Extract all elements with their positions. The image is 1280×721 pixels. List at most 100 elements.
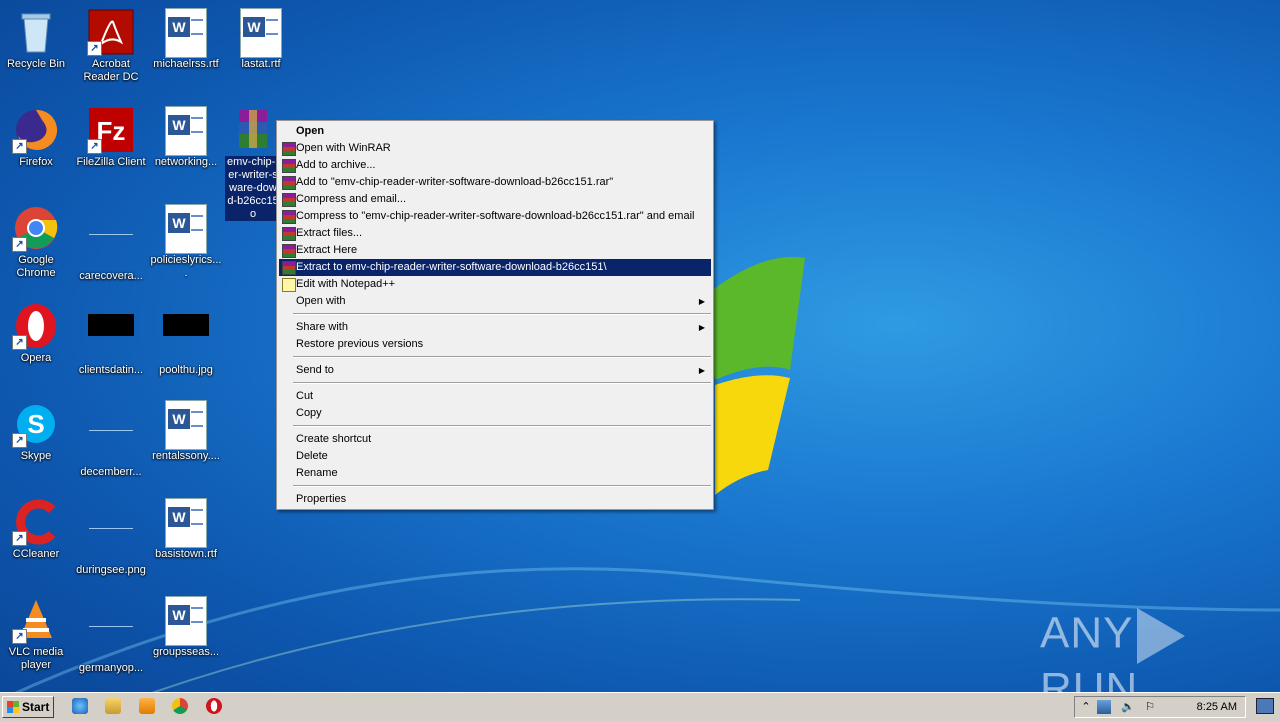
explorer-icon[interactable] (105, 698, 121, 714)
media-player-icon[interactable] (139, 698, 155, 714)
menu-item-extract-to-folder[interactable]: Extract to emv-chip-reader-writer-softwa… (279, 259, 711, 276)
winrar-icon (282, 244, 296, 258)
menu-item-compress-to-rar-and-email[interactable]: Compress to "emv-chip-reader-writer-soft… (279, 208, 711, 225)
chrome-icon[interactable] (172, 698, 188, 714)
clientsdatin-file-icon[interactable]: clientsdatin... (75, 300, 147, 377)
acrobat-desktop-icon[interactable]: ↗ Acrobat Reader DC (75, 6, 147, 84)
start-button[interactable]: Start (2, 696, 54, 718)
word-doc-icon: W (162, 8, 210, 58)
notepadpp-icon (282, 278, 296, 292)
winrar-icon (282, 227, 296, 241)
shortcut-arrow-icon: ↗ (12, 237, 27, 252)
svg-text:S: S (27, 409, 44, 439)
carecovera-file-icon[interactable]: carecovera... (75, 202, 147, 283)
menu-item-open-with[interactable]: Open with ▶ (279, 293, 711, 310)
shortcut-arrow-icon: ↗ (12, 531, 27, 546)
network-icon[interactable] (1097, 700, 1111, 714)
winrar-icon (282, 176, 296, 190)
play-logo-icon (1137, 608, 1186, 664)
filezilla-desktop-icon[interactable]: Fz ↗ FileZilla Client (75, 104, 147, 169)
word-doc-icon: W (162, 596, 210, 646)
filezilla-icon: Fz ↗ (87, 106, 135, 154)
submenu-arrow-icon: ▶ (698, 323, 705, 332)
blank-image-icon (87, 220, 135, 268)
menu-item-copy[interactable]: Copy (279, 405, 711, 422)
ccleaner-desktop-icon[interactable]: ↗ CCleaner (0, 496, 72, 561)
opera-icon[interactable] (206, 698, 222, 714)
blank-image-icon (87, 514, 135, 562)
word-doc-icon: W (162, 106, 210, 156)
menu-item-extract-here[interactable]: Extract Here (279, 242, 711, 259)
menu-item-cut[interactable]: Cut (279, 388, 711, 405)
menu-item-create-shortcut[interactable]: Create shortcut (279, 431, 711, 448)
submenu-arrow-icon: ▶ (698, 297, 705, 306)
blank-image-icon (87, 416, 135, 464)
winrar-icon (282, 193, 296, 207)
winrar-icon (282, 210, 296, 224)
volume-icon[interactable]: 🔈 (1121, 700, 1135, 714)
menu-item-share-with[interactable]: Share with ▶ (279, 319, 711, 336)
winrar-icon (282, 142, 296, 156)
menu-separator (293, 313, 711, 315)
taskbar: Start ⌃ 🔈 ⚐ 8:25 AM (0, 692, 1280, 721)
firefox-icon: ↗ (12, 106, 60, 154)
chrome-icon: ↗ (12, 204, 60, 252)
menu-item-send-to[interactable]: Send to ▶ (279, 362, 711, 379)
rentalssony-file-icon[interactable]: W rentalssony.... (150, 398, 222, 463)
action-center-flag-icon[interactable]: ⚐ (1143, 700, 1157, 714)
acrobat-icon: ↗ (87, 8, 135, 56)
germanyop-file-icon[interactable]: germanyop... (75, 594, 147, 675)
opera-icon: ↗ (12, 302, 60, 350)
show-desktop-button[interactable] (1256, 698, 1274, 714)
recycle-bin-desktop-icon[interactable]: Recycle Bin (0, 6, 72, 71)
shortcut-arrow-icon: ↗ (12, 139, 27, 154)
clock[interactable]: 8:25 AM (1197, 697, 1237, 717)
word-doc-icon: W (237, 8, 285, 58)
system-tray: ⌃ 🔈 ⚐ 8:25 AM (1074, 696, 1246, 718)
shortcut-arrow-icon: ↗ (87, 41, 102, 56)
shortcut-arrow-icon: ↗ (12, 629, 27, 644)
winrar-icon (282, 261, 296, 275)
winrar-icon (282, 159, 296, 173)
menu-item-add-to-rar[interactable]: Add to "emv-chip-reader-writer-software-… (279, 174, 711, 191)
menu-item-add-to-archive[interactable]: Add to archive... (279, 157, 711, 174)
submenu-arrow-icon: ▶ (698, 366, 705, 375)
menu-item-restore-previous-versions[interactable]: Restore previous versions (279, 336, 711, 353)
image-thumbnail-icon (162, 314, 210, 362)
menu-item-edit-with-notepadpp[interactable]: Edit with Notepad++ (279, 276, 711, 293)
menu-item-compress-and-email[interactable]: Compress and email... (279, 191, 711, 208)
menu-separator (293, 382, 711, 384)
menu-item-properties[interactable]: Properties (279, 491, 711, 508)
internet-explorer-icon[interactable] (72, 698, 88, 714)
vlc-desktop-icon[interactable]: ↗ VLC media player (0, 594, 72, 672)
chrome-desktop-icon[interactable]: ↗ Google Chrome (0, 202, 72, 280)
decemberr-file-icon[interactable]: decemberr... (75, 398, 147, 479)
opera-desktop-icon[interactable]: ↗ Opera (0, 300, 72, 365)
recycle-bin-icon (12, 8, 60, 56)
lastat-file-icon[interactable]: W lastat.rtf (225, 6, 297, 71)
policieslyrics-file-icon[interactable]: W policieslyrics.... (150, 202, 222, 280)
shortcut-arrow-icon: ↗ (12, 335, 27, 350)
menu-separator (293, 425, 711, 427)
networking-file-icon[interactable]: W networking... (150, 104, 222, 169)
rar-archive-file-icon[interactable]: emv-chip-r er-writer-s ware-dow d-b26cc1… (225, 104, 281, 221)
michaelrss-file-icon[interactable]: W michaelrss.rtf (150, 6, 222, 71)
word-doc-icon: W (162, 400, 210, 450)
firefox-desktop-icon[interactable]: ↗ Firefox (0, 104, 72, 169)
groupsseas-file-icon[interactable]: W groupsseas... (150, 594, 222, 659)
menu-item-delete[interactable]: Delete (279, 448, 711, 465)
duringsee-file-icon[interactable]: duringsee.png (75, 496, 147, 577)
ccleaner-icon: ↗ (12, 498, 60, 546)
menu-item-open[interactable]: Open (279, 123, 711, 140)
skype-desktop-icon[interactable]: S ↗ Skype (0, 398, 72, 463)
menu-item-rename[interactable]: Rename (279, 465, 711, 482)
word-doc-icon: W (162, 204, 210, 254)
menu-item-open-with-winrar[interactable]: Open with WinRAR (279, 140, 711, 157)
menu-item-extract-files[interactable]: Extract files... (279, 225, 711, 242)
poolthu-file-icon[interactable]: poolthu.jpg (150, 300, 222, 377)
basistown-file-icon[interactable]: W basistown.rtf (150, 496, 222, 561)
skype-icon: S ↗ (12, 400, 60, 448)
shortcut-arrow-icon: ↗ (12, 433, 27, 448)
show-hidden-icons-icon[interactable]: ⌃ (1079, 700, 1093, 714)
word-doc-icon: W (162, 498, 210, 548)
